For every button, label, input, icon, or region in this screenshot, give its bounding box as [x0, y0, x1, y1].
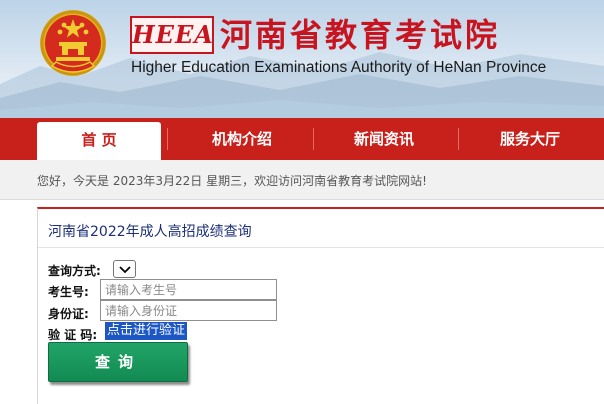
main-nav: 首 页 机构介绍 新闻资讯 服务大厅: [0, 118, 604, 164]
header-banner: HEEA 河南省教育考试院 Higher Education Examinati…: [0, 0, 604, 118]
id-card-input[interactable]: [100, 300, 277, 321]
nav-item-news[interactable]: 新闻资讯: [322, 118, 446, 160]
exam-no-label: 考生号:: [48, 285, 89, 299]
nav-divider: [167, 128, 168, 150]
query-panel-title: 河南省2022年成人高招成绩查询: [48, 224, 252, 240]
heea-logo: HEEA: [130, 16, 214, 54]
nav-divider: [313, 128, 314, 150]
chevron-down-icon: [119, 266, 131, 274]
captcha-verify-link[interactable]: 点击进行验证: [105, 322, 188, 340]
site-title-en: Higher Education Examinations Authority …: [131, 59, 547, 76]
exam-no-input[interactable]: [100, 279, 277, 300]
site-title-cn: 河南省教育考试院: [220, 16, 501, 54]
panel-divider: [38, 247, 604, 248]
nav-divider: [458, 128, 459, 150]
query-method-label: 查询方式:: [48, 264, 101, 278]
greeting-text: 您好，今天是 2023年3月22日 星期三，欢迎访问河南省教育考试院网站!: [37, 174, 427, 188]
nav-item-about[interactable]: 机构介绍: [180, 118, 304, 160]
query-method-select[interactable]: [113, 260, 136, 278]
query-submit-button[interactable]: 查询: [48, 342, 188, 382]
nav-item-home[interactable]: 首 页: [37, 122, 161, 164]
national-emblem-icon: [40, 10, 106, 76]
nav-item-services[interactable]: 服务大厅: [468, 118, 592, 160]
id-card-label: 身份证:: [48, 307, 89, 321]
captcha-label: 验 证 码:: [48, 328, 98, 342]
greeting-bar: 您好，今天是 2023年3月22日 星期三，欢迎访问河南省教育考试院网站!: [0, 160, 604, 200]
